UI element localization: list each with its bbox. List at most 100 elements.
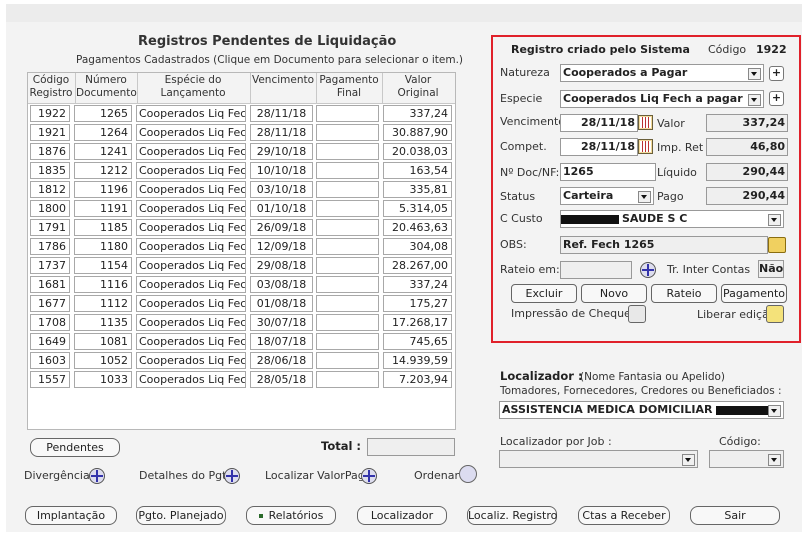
table-row[interactable]: 16491081Cooperados Liq Fech a18/07/18 745… [28,332,455,351]
cell-valor: 17.268,17 [383,314,452,331]
redacted-block [561,214,619,224]
table-row[interactable]: 19221265Cooperados Liq Fech a28/11/18 337… [28,104,455,123]
cell-vencimento: 28/06/18 [250,352,313,369]
especie-select[interactable]: Cooperados Liq Fech a pagar [560,90,764,108]
table-row[interactable]: 16771112Cooperados Liq Fech a01/08/18 175… [28,294,455,313]
cell-documento[interactable]: 1116 [74,276,132,293]
localizar-valor-icon[interactable] [361,468,377,484]
implantacao-button[interactable]: Implantação [25,506,117,525]
divergencias-label: Divergências [24,469,96,482]
cell-documento[interactable]: 1212 [74,162,132,179]
table-row[interactable]: 19211264Cooperados Liq Fech a28/11/18 30.… [28,123,455,142]
job-select[interactable] [499,450,698,468]
detalhes-icon[interactable] [224,468,240,484]
relatorios-button[interactable]: Relatórios [246,506,336,525]
table-row[interactable]: 17861180Cooperados Liq Fech a12/09/18 304… [28,237,455,256]
valor-field[interactable]: 337,24 [706,114,788,132]
cell-documento[interactable]: 1196 [74,181,132,198]
divergencias-icon[interactable] [89,468,105,484]
pago-label: Pago [657,190,684,203]
imp-ret-field[interactable]: 46,80 [706,138,788,156]
tr-inter-label: Tr. Inter Contas [667,263,751,276]
cell-documento[interactable]: 1191 [74,200,132,217]
table-row[interactable]: 18761241Cooperados Liq Fech a29/10/18 20.… [28,142,455,161]
obs-field[interactable]: Ref. Fech 1265 [560,236,768,254]
cell-documento[interactable]: 1033 [74,371,132,388]
table-row[interactable]: 15571033Cooperados Liq Fech a28/05/18 7.2… [28,370,455,389]
cell-documento[interactable]: 1241 [74,143,132,160]
table-row[interactable]: 16031052Cooperados Liq Fech a28/06/18 14.… [28,351,455,370]
col-codigo-header: Código Registro [29,74,73,99]
compet-field[interactable]: 28/11/18 [560,138,638,156]
codigo-label: Código [708,43,747,56]
cell-codigo: 1603 [30,352,70,369]
cell-documento[interactable]: 1135 [74,314,132,331]
cell-codigo: 1800 [30,200,70,217]
pendentes-button[interactable]: Pendentes [30,438,120,457]
sort-icon[interactable] [459,465,477,483]
cell-codigo: 1708 [30,314,70,331]
nodoc-field[interactable]: 1265 [560,163,656,181]
pagamento-button[interactable]: Pagamento [721,284,787,303]
table-row[interactable]: 17911185Cooperados Liq Fech a26/09/18 20.… [28,218,455,237]
vencimento-field[interactable]: 28/11/18 [560,114,638,132]
cell-documento[interactable]: 1180 [74,238,132,255]
cell-documento[interactable]: 1185 [74,219,132,236]
especie-label: Especie [500,92,543,105]
table-row[interactable]: 18121196Cooperados Liq Fech a03/10/18 335… [28,180,455,199]
natureza-value: Cooperados a Pagar [563,66,688,79]
liberar-label: Liberar edição [697,308,776,321]
calendar-icon[interactable] [638,139,653,154]
table-row[interactable]: 18351212Cooperados Liq Fech a10/10/18 163… [28,161,455,180]
job-codigo-select[interactable] [709,450,784,468]
imp-ret-label: Imp. Ret [657,141,704,154]
localizador-button[interactable]: Localizador [357,506,447,525]
localizador-select[interactable]: ASSISTENCIA MEDICA DOMICILIAR [499,401,784,419]
cell-documento[interactable]: 1264 [74,124,132,141]
table-row[interactable]: 17081135Cooperados Liq Fech a30/07/18 17.… [28,313,455,332]
sair-button[interactable]: Sair [690,506,780,525]
cell-documento[interactable]: 1052 [74,352,132,369]
calendar-icon[interactable] [638,115,653,130]
job-label: Localizador por Job : [500,435,612,448]
ccusto-select[interactable]: SAUDE S C [560,210,784,228]
localiz-registro-button[interactable]: Localiz. Registro [467,506,557,525]
edit-icon[interactable] [766,305,784,323]
impressao-label: Impressão de Cheques [511,307,637,320]
rateio-button[interactable]: Rateio [651,284,717,303]
tr-inter-field[interactable]: Não [758,260,784,278]
cell-codigo: 1677 [30,295,70,312]
cell-documento[interactable]: 1154 [74,257,132,274]
excluir-button[interactable]: Excluir [511,284,577,303]
add-especie-icon[interactable]: + [769,91,784,106]
status-value: Carteira [563,189,614,202]
pgto-planejado-button[interactable]: Pgto. Planejado [136,506,226,525]
add-natureza-icon[interactable]: + [769,66,784,81]
table-row[interactable]: 16811116Cooperados Liq Fech a03/08/18 337… [28,275,455,294]
natureza-select[interactable]: Cooperados a Pagar [560,64,764,82]
rateio-add-icon[interactable] [640,262,656,278]
pago-field[interactable]: 290,44 [706,187,788,205]
table-row[interactable]: 18001191Cooperados Liq Fech a01/10/18 5.3… [28,199,455,218]
liquido-field[interactable]: 290,44 [706,163,788,181]
cell-vencimento: 30/07/18 [250,314,313,331]
ctas-receber-button[interactable]: Ctas a Receber [578,506,670,525]
cell-documento[interactable]: 1265 [74,105,132,122]
table-row[interactable]: 17371154Cooperados Liq Fech a29/08/18 28.… [28,256,455,275]
chevron-down-icon [682,454,695,466]
novo-button[interactable]: Novo [581,284,647,303]
compet-label: Compet. [500,140,547,153]
cell-codigo: 1876 [30,143,70,160]
cell-documento[interactable]: 1081 [74,333,132,350]
folder-icon[interactable] [768,237,786,253]
chevron-down-icon [748,68,761,80]
status-select[interactable]: Carteira [560,187,654,205]
cell-codigo: 1812 [30,181,70,198]
cell-documento[interactable]: 1112 [74,295,132,312]
vencimento-label: Vencimento [500,115,566,128]
rateio-field[interactable] [560,261,632,279]
printer-icon[interactable] [628,305,646,323]
cell-vencimento: 01/10/18 [250,200,313,217]
localizador-subtitle: Tomadores, Fornecedores, Credores ou Ben… [500,385,782,397]
cell-pagamento [316,295,379,312]
